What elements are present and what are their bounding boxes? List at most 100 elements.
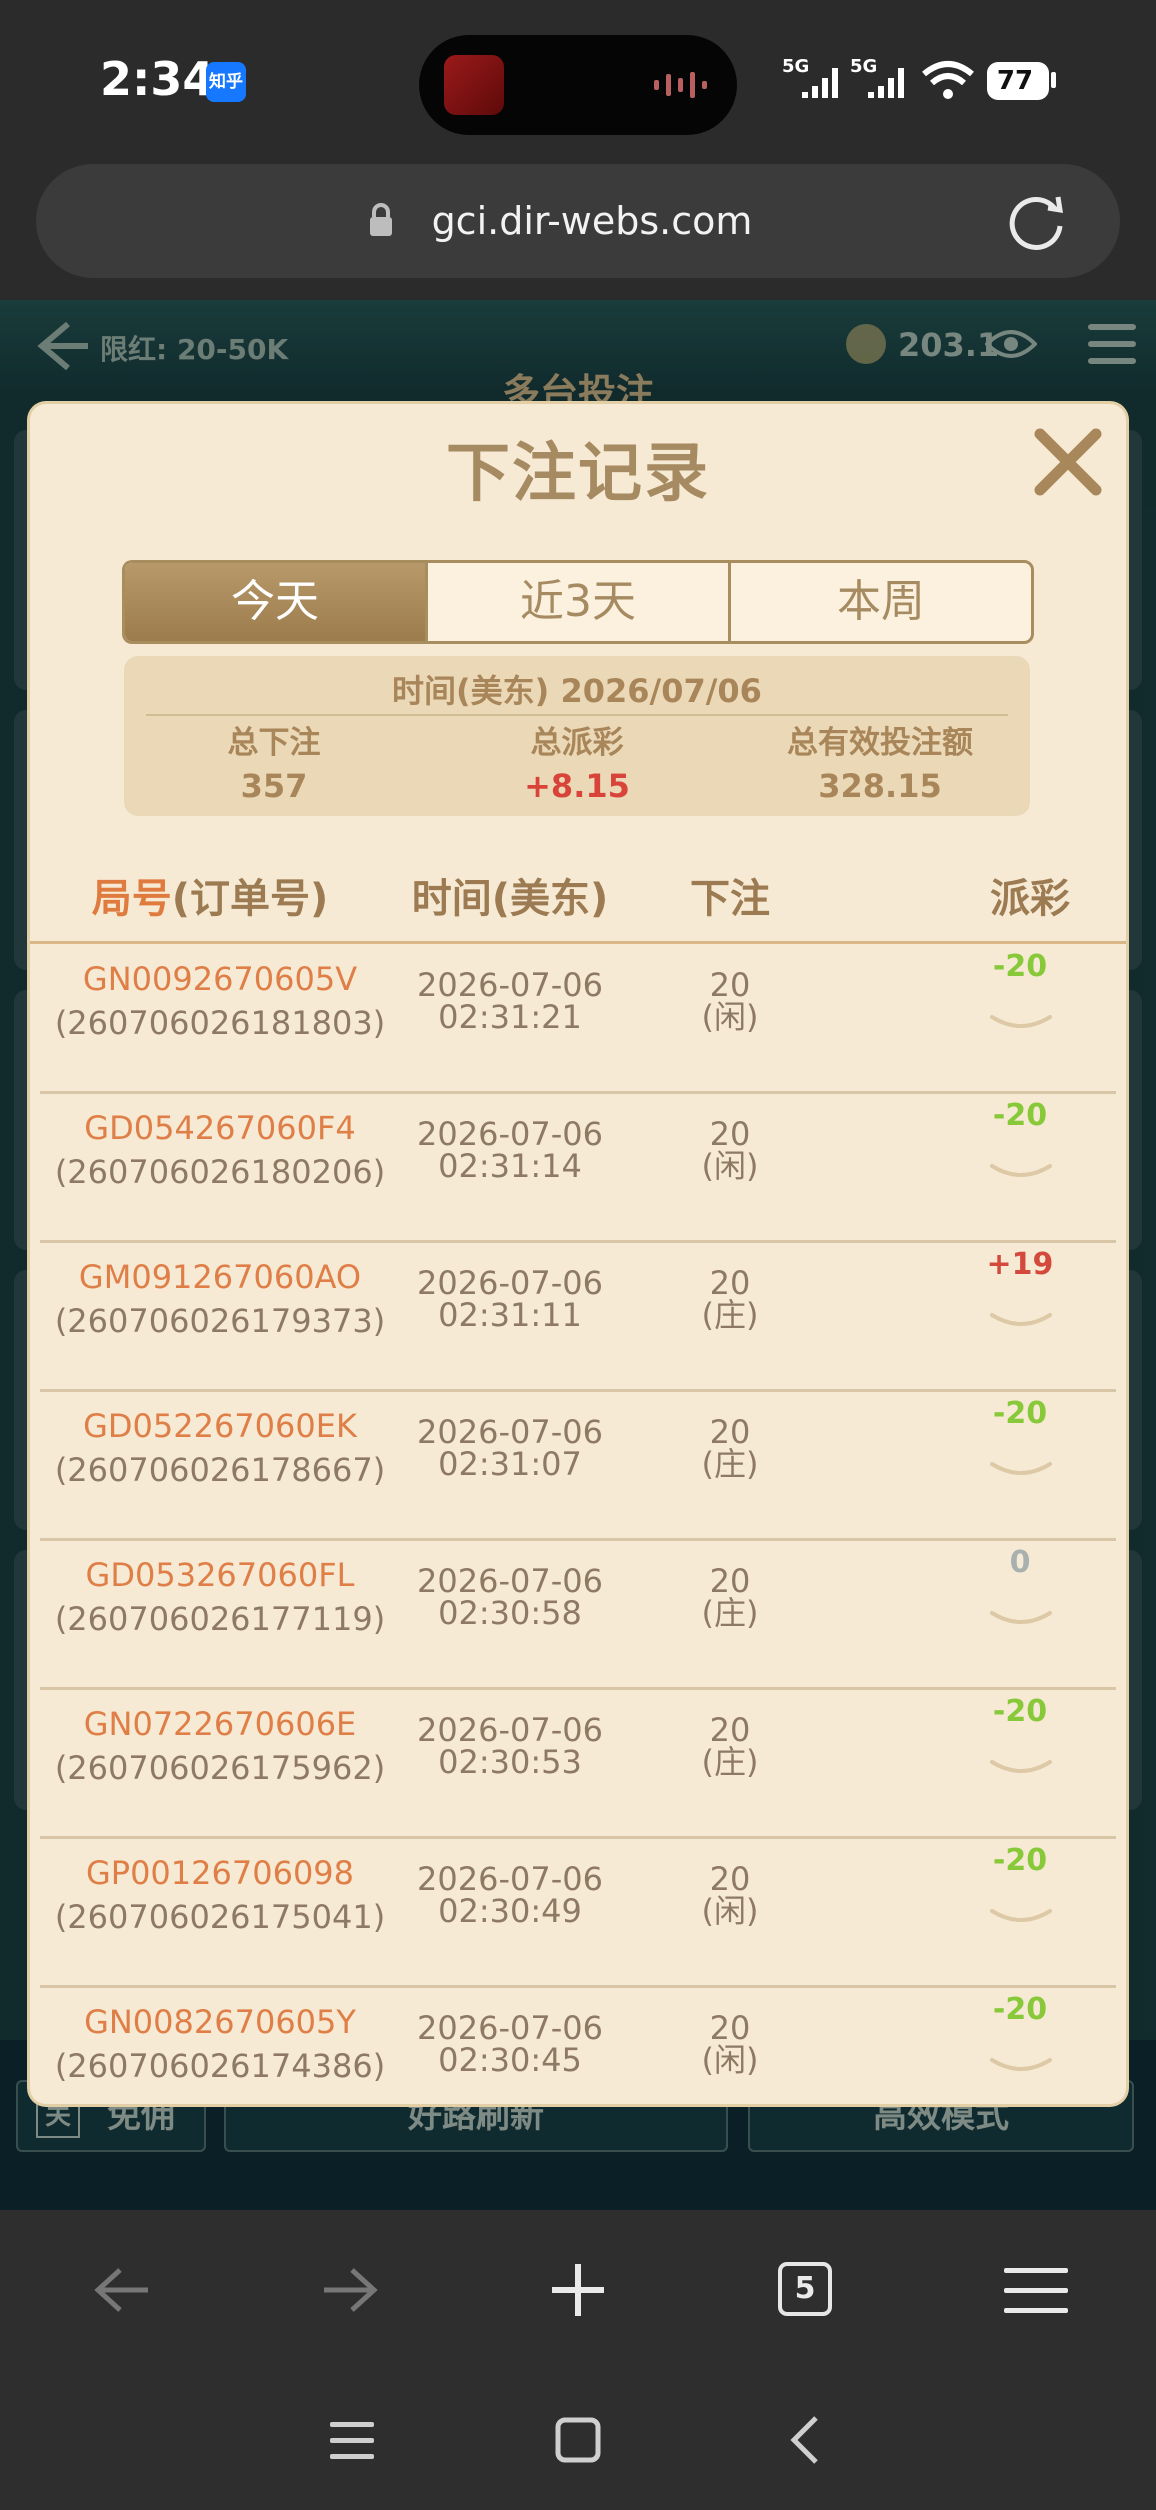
- round-id: GP00126706098: [85, 1854, 355, 1892]
- table-row[interactable]: GD052267060EK (260706026178667) 2026-07-06…: [40, 1392, 1116, 1541]
- order-number: (260706026178667): [54, 1451, 386, 1489]
- stat-label: 总下注: [227, 725, 321, 761]
- stat-value: 357: [240, 767, 308, 805]
- table-row[interactable]: GD054267060F4 (260706026180206) 2026-07-06…: [40, 1094, 1116, 1243]
- hamburger-icon[interactable]: [996, 2250, 1076, 2330]
- bet-time: 02:31:14: [438, 1147, 582, 1185]
- status-time: 2:34: [100, 52, 215, 106]
- battery-icon: 77: [987, 62, 1049, 100]
- round-id: GM091267060AO: [78, 1258, 362, 1296]
- audio-wave-icon: [654, 72, 707, 98]
- address-bar[interactable]: gci.dir-webs.com: [36, 164, 1120, 278]
- bet-side: (庄): [701, 1594, 759, 1632]
- recent-apps-icon[interactable]: [312, 2400, 392, 2480]
- round-id: GD052267060EK: [83, 1407, 357, 1445]
- chevron-down-icon[interactable]: [988, 1011, 1054, 1037]
- order-number: (260706026181803): [54, 1004, 386, 1042]
- records-list[interactable]: GN0092670605V (260706026181803) 2026-07-06…: [30, 945, 1126, 2104]
- back-icon[interactable]: [82, 2250, 162, 2330]
- close-icon[interactable]: [1028, 422, 1108, 502]
- payout: -20: [992, 1992, 1048, 2027]
- stat-total-bet: 总下注 357: [124, 722, 424, 808]
- header-round-accent: 局号: [91, 876, 172, 922]
- stat-value: 328.15: [818, 767, 942, 805]
- table-row[interactable]: GN0722670606E (260706026175962) 2026-07-06…: [40, 1690, 1116, 1839]
- chevron-down-icon[interactable]: [988, 1905, 1054, 1931]
- order-number: (260706026179373): [54, 1302, 386, 1340]
- tab-this-week[interactable]: 本周: [731, 563, 1031, 641]
- signal-icon: [868, 68, 904, 98]
- system-nav-bar: [0, 2370, 1156, 2510]
- tab-last-3-days[interactable]: 近3天: [428, 563, 731, 641]
- chevron-down-icon[interactable]: [988, 1309, 1054, 1335]
- payout: 0: [1009, 1545, 1031, 1580]
- round-id: GD053267060FL: [85, 1556, 355, 1594]
- system-back-icon[interactable]: [768, 2400, 848, 2480]
- table-row[interactable]: GD053267060FL (260706026177119) 2026-07-06…: [40, 1541, 1116, 1690]
- header-payout: 派彩: [990, 876, 1070, 922]
- signal-icon: [802, 68, 838, 98]
- header-time: 时间(美东): [411, 876, 609, 922]
- round-id: GN0722670606E: [83, 1705, 357, 1743]
- stat-label: 总有效投注额: [787, 725, 973, 761]
- records-header: 局号(订单号) 时间(美东) 下注 派彩: [30, 864, 1126, 944]
- bet-side: (庄): [701, 1296, 759, 1334]
- payout: -20: [992, 1843, 1048, 1878]
- bet-time: 02:31:07: [438, 1445, 582, 1483]
- bet-time: 02:31:11: [438, 1296, 582, 1334]
- order-number: (260706026174386): [54, 2047, 386, 2085]
- wifi-icon: [922, 61, 974, 99]
- bet-time: 02:31:21: [438, 998, 582, 1036]
- round-id: GD054267060F4: [84, 1109, 356, 1147]
- order-number: (260706026175041): [54, 1898, 386, 1936]
- chevron-down-icon[interactable]: [988, 1607, 1054, 1633]
- bet-time: 02:30:53: [438, 1743, 582, 1781]
- bet-side: (闲): [701, 2041, 759, 2079]
- browser-toolbar: 5: [0, 2210, 1156, 2370]
- bet-time: 02:30:49: [438, 1892, 582, 1930]
- header-round-rest: (订单号): [171, 876, 329, 922]
- order-number: (260706026175962): [54, 1749, 386, 1787]
- reload-icon[interactable]: [1004, 188, 1070, 254]
- battery-level: 77: [996, 66, 1034, 96]
- bet-side: (庄): [701, 1445, 759, 1483]
- home-icon[interactable]: [538, 2400, 618, 2480]
- header-round: 局号(订单号): [60, 864, 360, 934]
- chevron-down-icon[interactable]: [988, 1458, 1054, 1484]
- chevron-down-icon[interactable]: [988, 2054, 1054, 2080]
- bet-time: 02:30:45: [438, 2041, 582, 2079]
- round-id: GN0092670605V: [82, 960, 358, 998]
- order-number: (260706026177119): [54, 1600, 386, 1638]
- payout: -20: [992, 949, 1048, 984]
- table-row[interactable]: GM091267060AO (260706026179373) 2026-07-06…: [40, 1243, 1116, 1392]
- table-row[interactable]: GN0092670605V (260706026181803) 2026-07-06…: [40, 945, 1116, 1094]
- battery-tip: [1051, 72, 1056, 88]
- bet-side: (闲): [701, 998, 759, 1036]
- payout: -20: [992, 1694, 1048, 1729]
- modal-title: 下注记录: [446, 437, 710, 511]
- round-id: GN0082670605Y: [84, 2003, 356, 2041]
- divider: [146, 714, 1008, 716]
- bet-side: (闲): [701, 1147, 759, 1185]
- bet-side: (闲): [701, 1892, 759, 1930]
- header-bet: 下注: [690, 876, 770, 922]
- bet-time: 02:30:58: [438, 1594, 582, 1632]
- order-number: (260706026180206): [54, 1153, 386, 1191]
- bet-side: (庄): [701, 1743, 759, 1781]
- dynamic-island[interactable]: [419, 35, 737, 135]
- url-text[interactable]: gci.dir-webs.com: [36, 164, 1120, 278]
- plus-icon[interactable]: [538, 2250, 618, 2330]
- summary-date: 时间(美东) 2026/07/06: [392, 672, 762, 710]
- table-row[interactable]: GP00126706098 (260706026175041) 2026-07-06…: [40, 1839, 1116, 1988]
- table-row[interactable]: GN0082670605Y (260706026174386) 2026-07-06…: [40, 1988, 1116, 2104]
- date-range-tabs: 今天 近3天 本周: [122, 560, 1034, 644]
- summary-panel: 时间(美东) 2026/07/06 总下注 357 总派彩 +8.15 总有效投…: [124, 656, 1030, 816]
- payout: -20: [992, 1098, 1048, 1133]
- bet-records-modal: 下注记录 今天 近3天 本周 时间(美东) 2026/07/06 总下注 357…: [30, 404, 1126, 2104]
- chevron-down-icon[interactable]: [988, 1756, 1054, 1782]
- status-bar: 2:34 知乎 5G 5G 77: [0, 0, 1156, 160]
- forward-icon[interactable]: [310, 2250, 390, 2330]
- tabs-icon[interactable]: 5: [778, 2262, 832, 2316]
- chevron-down-icon[interactable]: [988, 1160, 1054, 1186]
- tab-today[interactable]: 今天: [125, 563, 428, 641]
